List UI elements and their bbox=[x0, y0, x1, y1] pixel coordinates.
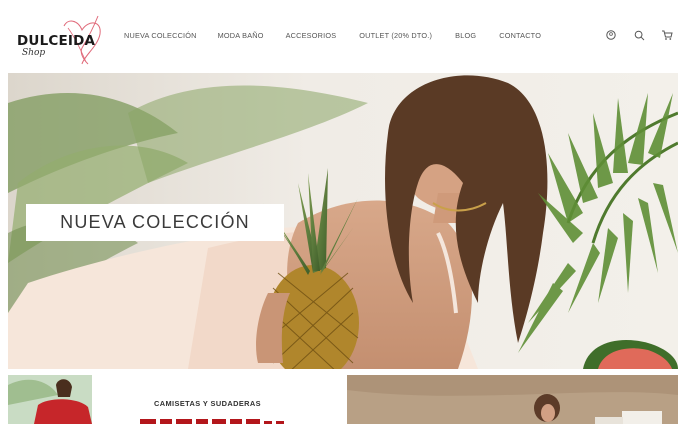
promo-camisetas[interactable]: CAMISETAS Y SUDADERAS bbox=[8, 375, 341, 424]
header-actions bbox=[591, 27, 675, 43]
search-icon[interactable] bbox=[631, 27, 647, 43]
brand-name: DULCEIDA bbox=[17, 33, 96, 49]
hero-collection-label[interactable]: NUEVA COLECCIÓN bbox=[26, 204, 284, 241]
nav-item-nueva-coleccion[interactable]: NUEVA COLECCIÓN bbox=[124, 31, 197, 40]
cart-icon[interactable] bbox=[659, 27, 675, 43]
hero-label-text: NUEVA COLECCIÓN bbox=[60, 212, 250, 232]
site-header: DULCEIDA Shop NUEVA COLECCIÓN MODA BAÑO … bbox=[0, 0, 679, 72]
user-icon[interactable] bbox=[603, 27, 619, 43]
nav-item-outlet[interactable]: OUTLET (20% DTO.) bbox=[359, 31, 432, 40]
promo-model-photo bbox=[8, 375, 92, 424]
nav-item-blog[interactable]: BLOG bbox=[455, 31, 476, 40]
brand-subtitle: Shop bbox=[22, 48, 46, 58]
promo-right-photo bbox=[347, 375, 678, 424]
nav-item-moda-bano[interactable]: MODA BAÑO bbox=[218, 31, 264, 40]
main-navigation: NUEVA COLECCIÓN MODA BAÑO ACCESORIOS OUT… bbox=[124, 31, 541, 40]
promo-title: CAMISETAS Y SUDADERAS bbox=[154, 399, 261, 408]
hero-banner[interactable]: NUEVA COLECCIÓN bbox=[8, 73, 678, 369]
nav-item-accesorios[interactable]: ACCESORIOS bbox=[286, 31, 337, 40]
promo-right-banner[interactable] bbox=[347, 375, 678, 424]
brand-logo[interactable]: DULCEIDA Shop bbox=[14, 14, 104, 65]
nav-item-contacto[interactable]: CONTACTO bbox=[499, 31, 541, 40]
promo-brand-graphic bbox=[140, 419, 284, 424]
